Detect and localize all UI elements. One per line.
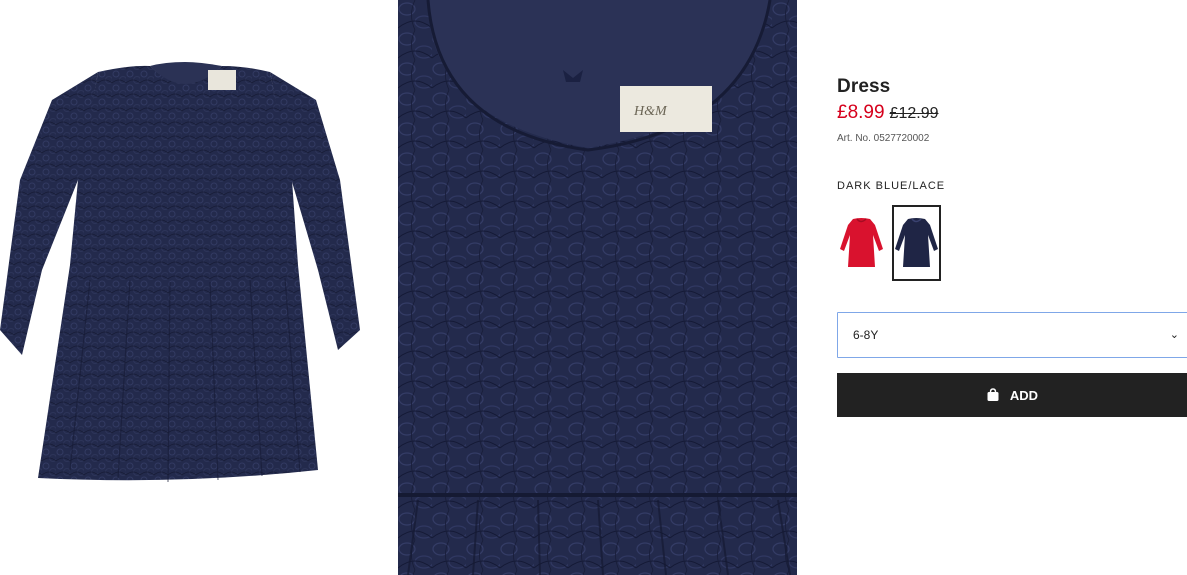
color-name: DARK BLUE/LACE [837,180,946,192]
add-to-bag-button[interactable]: ADD [837,373,1187,417]
price-original: £12.99 [889,105,939,122]
chevron-down-icon: ⌄ [1169,329,1179,341]
price-current: £8.99 [837,102,885,123]
swatch-red[interactable] [837,205,886,281]
shopping-bag-icon [987,388,999,401]
add-button-label: ADD [1009,387,1039,403]
color-swatches [837,205,941,281]
dress-illustration [0,62,360,483]
product-image-zoom[interactable]: H&M [398,0,797,575]
svg-text:H&M: H&M [633,104,668,119]
red-dress-icon [840,218,883,267]
price-row: £8.99 £12.99 [837,102,938,124]
product-info: Dress £8.99 £12.99 Art. No. 0527720002 D… [837,0,1187,575]
dark-blue-dress-icon [895,218,938,267]
article-number: Art. No. 0527720002 [837,133,930,144]
swatch-dark-blue[interactable] [892,205,941,281]
product-image-main[interactable] [0,0,365,575]
product-title: Dress [837,76,891,97]
size-select-value: 6-8Y [853,328,879,342]
product-page: H&M Dress £8.99 £12.99 Art. No. 05277200… [0,0,1187,575]
dress-closeup-illustration: H&M [398,0,797,575]
size-select[interactable]: 6-8Y ⌄ [837,312,1187,358]
